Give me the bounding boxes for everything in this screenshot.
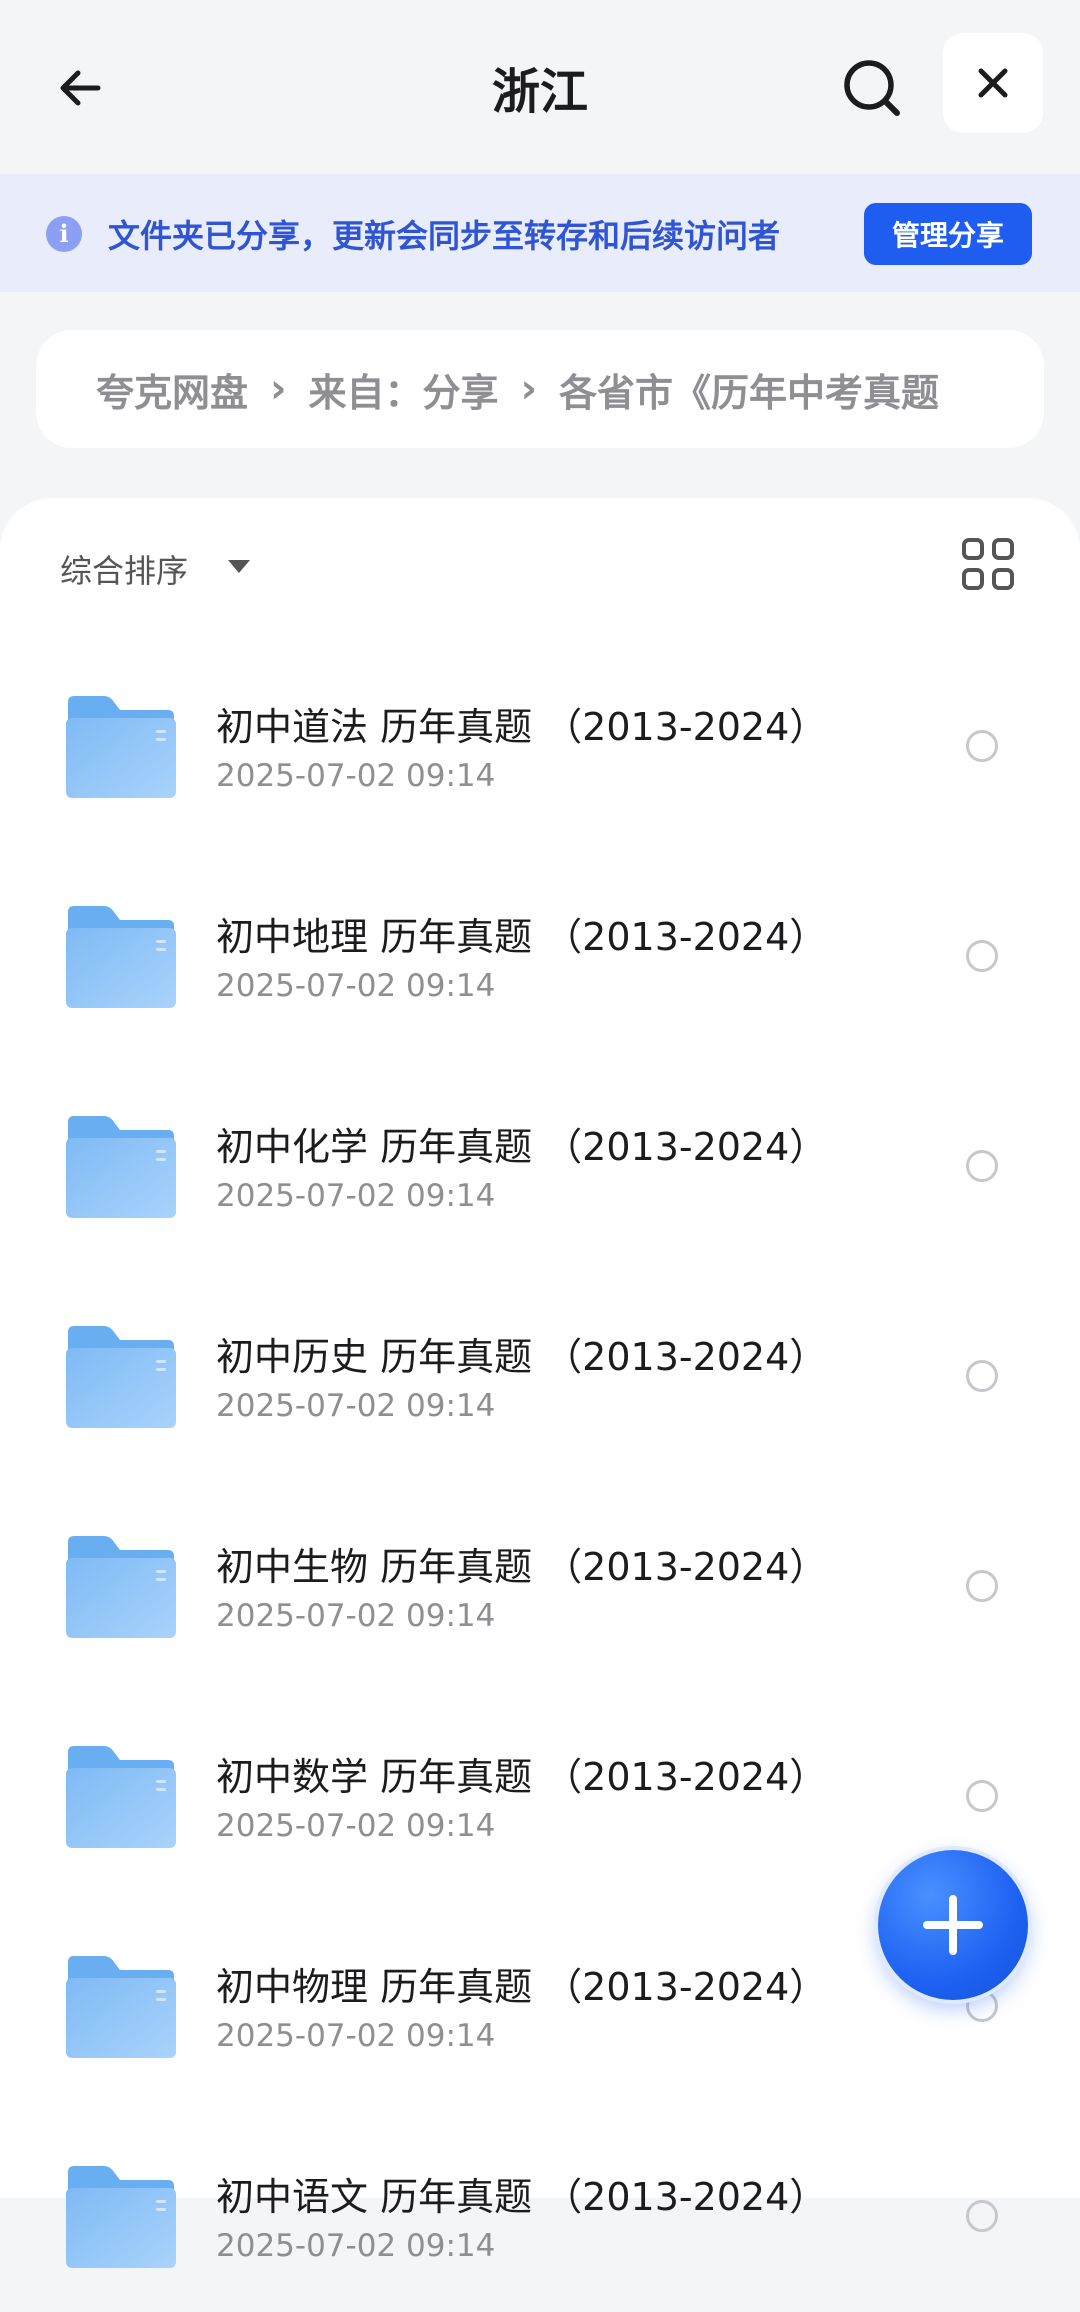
- share-notice-text: 文件夹已分享，更新会同步至转存和后续访问者: [108, 217, 781, 255]
- file-date: 2025-07-02 09:14: [216, 1808, 496, 1844]
- file-date: 2025-07-02 09:14: [216, 2228, 496, 2264]
- file-name: 初中地理 历年真题 （2013-2024）: [216, 915, 828, 959]
- select-checkbox[interactable]: [966, 1780, 998, 1812]
- file-row[interactable]: 初中化学 历年真题 （2013-2024） 2025-07-02 09:14: [0, 1072, 1080, 1262]
- grid-view-icon[interactable]: [962, 538, 1016, 592]
- top-bar: [0, 0, 1080, 172]
- caret-down-icon[interactable]: [228, 560, 250, 573]
- file-date: 2025-07-02 09:14: [216, 968, 496, 1004]
- folder-icon: [64, 694, 176, 798]
- file-row[interactable]: 初中道法 历年真题 （2013-2024） 2025-07-02 09:14: [0, 652, 1080, 842]
- breadcrumb-fade: [964, 330, 1044, 448]
- file-name: 初中物理 历年真题 （2013-2024）: [216, 1965, 828, 2009]
- select-checkbox[interactable]: [966, 940, 998, 972]
- sort-dropdown[interactable]: 综合排序: [60, 546, 188, 592]
- breadcrumb-item-shared[interactable]: 来自：分享: [309, 362, 499, 417]
- file-row[interactable]: 初中语文 历年真题 （2013-2024） 2025-07-02 09:14: [0, 2122, 1080, 2312]
- folder-icon: [64, 1744, 176, 1848]
- breadcrumb: 夸克网盘 › 来自：分享 › 各省市《历年中考真题: [36, 330, 1044, 448]
- folder-icon: [64, 1324, 176, 1428]
- arrow-left-icon: [60, 70, 101, 106]
- file-row[interactable]: 初中生物 历年真题 （2013-2024） 2025-07-02 09:14: [0, 1492, 1080, 1682]
- folder-icon: [64, 1954, 176, 2058]
- search-button[interactable]: [830, 46, 914, 130]
- search-icon: [844, 60, 900, 116]
- file-row[interactable]: 初中历史 历年真题 （2013-2024） 2025-07-02 09:14: [0, 1282, 1080, 1472]
- folder-icon: [64, 904, 176, 1008]
- breadcrumb-item-current[interactable]: 各省市《历年中考真题: [559, 362, 939, 417]
- folder-icon: [64, 1114, 176, 1218]
- file-name: 初中数学 历年真题 （2013-2024）: [216, 1755, 828, 1799]
- select-checkbox[interactable]: [966, 1150, 998, 1182]
- select-checkbox[interactable]: [966, 2200, 998, 2232]
- close-button[interactable]: [943, 33, 1043, 133]
- file-date: 2025-07-02 09:14: [216, 1388, 496, 1424]
- file-date: 2025-07-02 09:14: [216, 1598, 496, 1634]
- back-button[interactable]: [40, 48, 120, 128]
- manage-share-button[interactable]: 管理分享: [864, 203, 1032, 265]
- file-name: 初中道法 历年真题 （2013-2024）: [216, 705, 828, 749]
- select-checkbox[interactable]: [966, 1570, 998, 1602]
- grid-cell: [992, 538, 1014, 560]
- file-date: 2025-07-02 09:14: [216, 1178, 496, 1214]
- grid-cell: [962, 568, 984, 590]
- file-date: 2025-07-02 09:14: [216, 758, 496, 794]
- file-row[interactable]: 初中地理 历年真题 （2013-2024） 2025-07-02 09:14: [0, 862, 1080, 1052]
- info-icon: i: [46, 216, 82, 252]
- file-name: 初中语文 历年真题 （2013-2024）: [216, 2175, 828, 2219]
- file-name: 初中生物 历年真题 （2013-2024）: [216, 1545, 828, 1589]
- folder-icon: [64, 1534, 176, 1638]
- add-button[interactable]: [878, 1850, 1028, 2000]
- chevron-right-icon: ›: [520, 366, 537, 412]
- file-name: 初中历史 历年真题 （2013-2024）: [216, 1335, 828, 1379]
- file-name: 初中化学 历年真题 （2013-2024）: [216, 1125, 828, 1169]
- chevron-right-icon: ›: [270, 366, 287, 412]
- folder-icon: [64, 2164, 176, 2268]
- grid-cell: [992, 568, 1014, 590]
- select-checkbox[interactable]: [966, 730, 998, 762]
- close-icon: [978, 68, 1008, 98]
- plus-icon: [923, 1895, 983, 1955]
- select-checkbox[interactable]: [966, 1360, 998, 1392]
- grid-cell: [962, 538, 984, 560]
- breadcrumb-item-root[interactable]: 夸克网盘: [96, 362, 248, 417]
- file-date: 2025-07-02 09:14: [216, 2018, 496, 2054]
